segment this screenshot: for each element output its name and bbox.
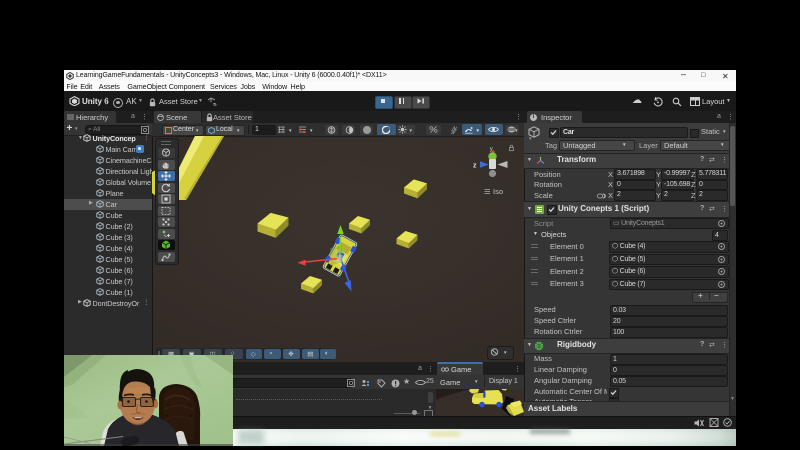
svg-text:z: z: [473, 163, 477, 170]
svg-text:Iso: Iso: [493, 187, 503, 196]
